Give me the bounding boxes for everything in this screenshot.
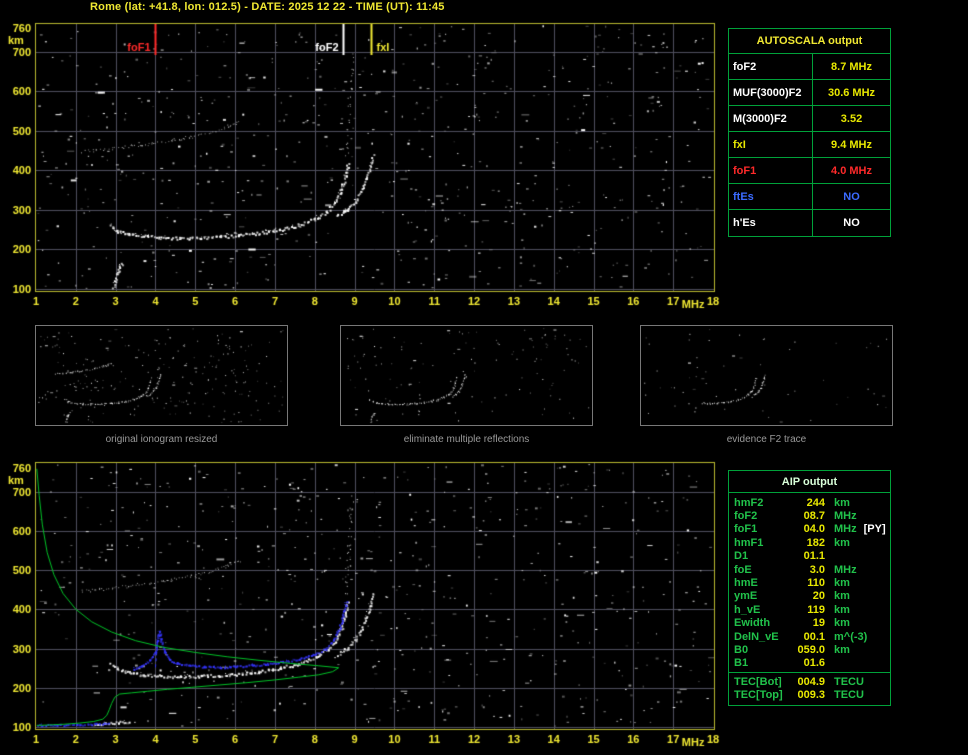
aip-row-value: 00.1	[791, 631, 825, 643]
thumbnail-original-ionogram	[35, 325, 288, 426]
thumbnail-caption-multiples: eliminate multiple reflections	[340, 434, 593, 445]
autoscala-row-value: 30.6 MHz	[813, 80, 890, 105]
thumbnail-eliminate-multiples	[340, 325, 593, 426]
autoscala-row: h'EsNO	[729, 210, 890, 236]
aip-row-value: 182	[791, 537, 825, 549]
aip-row-value: 19	[791, 617, 825, 629]
aip-row-value: 08.7	[791, 510, 825, 522]
aip-row: hmF2244 km	[729, 496, 890, 509]
autoscala-app: Rome (lat: +41.8, lon: 012.5) - DATE: 20…	[0, 0, 968, 755]
autoscala-row-label: h'Es	[729, 210, 813, 236]
aip-row-label: B1	[729, 657, 791, 669]
aip-row-value: 009.3	[791, 689, 825, 701]
aip-row: foE3.0 MHz	[729, 563, 890, 576]
aip-row-unit: m^(-3)	[834, 631, 867, 643]
scaled-ionogram-canvas	[0, 14, 725, 314]
aip-row-unit: TECU	[834, 689, 864, 701]
aip-row-label: foE	[729, 564, 791, 576]
autoscala-row-label: M(3000)F2	[729, 106, 813, 131]
aip-row: D101.1	[729, 550, 890, 563]
aip-row-label: ymE	[729, 590, 791, 602]
aip-row-label: hmF2	[729, 497, 791, 509]
autoscala-row: MUF(3000)F230.6 MHz	[729, 80, 890, 106]
autoscala-row: M(3000)F23.52	[729, 106, 890, 132]
aip-row-extra: [PY]	[864, 523, 886, 535]
autoscala-row-value: NO	[813, 184, 890, 209]
aip-row-label: DelN_vE	[729, 631, 791, 643]
aip-row-label: foF1	[729, 523, 791, 535]
aip-row: B0059.0 km	[729, 643, 890, 656]
aip-row-unit: km	[834, 577, 850, 589]
aip-row-unit: km	[834, 617, 850, 629]
aip-row-value: 3.0	[791, 564, 825, 576]
autoscala-row-value: 8.7 MHz	[813, 54, 890, 79]
autoscala-row: foF14.0 MHz	[729, 158, 890, 184]
aip-row-value: 059.0	[791, 644, 825, 656]
autoscala-row-label: ftEs	[729, 184, 813, 209]
autoscala-row-value: 9.4 MHz	[813, 132, 890, 157]
aip-row-label: hmE	[729, 577, 791, 589]
aip-row-unit: km	[834, 604, 850, 616]
aip-output-panel: AIP output hmF2244 km foF208.7 MHz foF104.0 M…	[728, 470, 891, 706]
aip-row: TEC[Top]009.3 TECU	[729, 688, 890, 701]
autoscala-row: foF28.7 MHz	[729, 54, 890, 80]
aip-row: Ewidth19 km	[729, 617, 890, 630]
autoscala-row-label: MUF(3000)F2	[729, 80, 813, 105]
aip-row-unit: km	[834, 537, 850, 549]
aip-row-label: h_vE	[729, 604, 791, 616]
autoscala-rows-container: foF28.7 MHzMUF(3000)F230.6 MHzM(3000)F23…	[729, 54, 890, 236]
autoscala-row-label: foF1	[729, 158, 813, 183]
aip-row: DelN_vE00.1 m^(-3)	[729, 630, 890, 643]
aip-row-unit: TECU	[834, 676, 864, 688]
station-date-header: Rome (lat: +41.8, lon: 012.5) - DATE: 20…	[90, 1, 445, 13]
autoscala-row-value: 4.0 MHz	[813, 158, 890, 183]
aip-row: TEC[Bot]004.9 TECU	[729, 675, 890, 688]
aip-row-value: 244	[791, 497, 825, 509]
thumbnail-caption-original: original ionogram resized	[35, 434, 288, 445]
autoscala-output-panel: AUTOSCALA output foF28.7 MHzMUF(3000)F23…	[728, 28, 891, 237]
aip-row-value: 01.6	[791, 657, 825, 669]
autoscala-panel-title: AUTOSCALA output	[729, 29, 890, 54]
aip-row: foF208.7 MHz	[729, 509, 890, 522]
aip-tec-container: TEC[Bot]004.9 TECU TEC[Top]009.3 TECU	[729, 672, 890, 705]
aip-row-unit: km	[834, 590, 850, 602]
aip-rows-container: hmF2244kmfoF208.7MHzfoF104.0MHz[PY]hmF11…	[729, 493, 890, 672]
autoscala-row-label: foF2	[729, 54, 813, 79]
aip-row-label: Ewidth	[729, 617, 791, 629]
thumbnail-caption-f2trace: evidence F2 trace	[640, 434, 893, 445]
aip-row-value: 20	[791, 590, 825, 602]
aip-row-unit: MHz	[834, 523, 857, 535]
aip-row: foF104.0 MHz [PY]	[729, 523, 890, 536]
aip-row-label: TEC[Top]	[729, 689, 791, 701]
aip-row-unit: km	[834, 497, 850, 509]
aip-row-label: TEC[Bot]	[729, 676, 791, 688]
aip-row-label: hmF1	[729, 537, 791, 549]
autoscala-row: fxI9.4 MHz	[729, 132, 890, 158]
aip-row-value: 04.0	[791, 523, 825, 535]
aip-row-label: B0	[729, 644, 791, 656]
aip-row-value: 119	[791, 604, 825, 616]
aip-row: B101.6	[729, 657, 890, 670]
aip-row: h_vE119 km	[729, 603, 890, 616]
aip-row: hmE110 km	[729, 576, 890, 589]
aip-row-label: D1	[729, 550, 791, 562]
aip-row-value: 110	[791, 577, 825, 589]
aip-row-unit: km	[834, 644, 850, 656]
autoscala-row-label: fxI	[729, 132, 813, 157]
aip-panel-title: AIP output	[729, 471, 890, 493]
autoscala-row-value: 3.52	[813, 106, 890, 131]
aip-row: ymE20 km	[729, 590, 890, 603]
aip-row-value: 01.1	[791, 550, 825, 562]
aip-row-unit: MHz	[834, 510, 857, 522]
autoscala-row-value: NO	[813, 210, 890, 236]
autoscala-row: ftEsNO	[729, 184, 890, 210]
aip-row: hmF1182 km	[729, 536, 890, 549]
profile-ionogram-canvas	[0, 452, 725, 755]
aip-row-unit: MHz	[834, 564, 857, 576]
thumbnail-evidence-f2-trace	[640, 325, 893, 426]
aip-row-label: foF2	[729, 510, 791, 522]
aip-row-value: 004.9	[791, 676, 825, 688]
